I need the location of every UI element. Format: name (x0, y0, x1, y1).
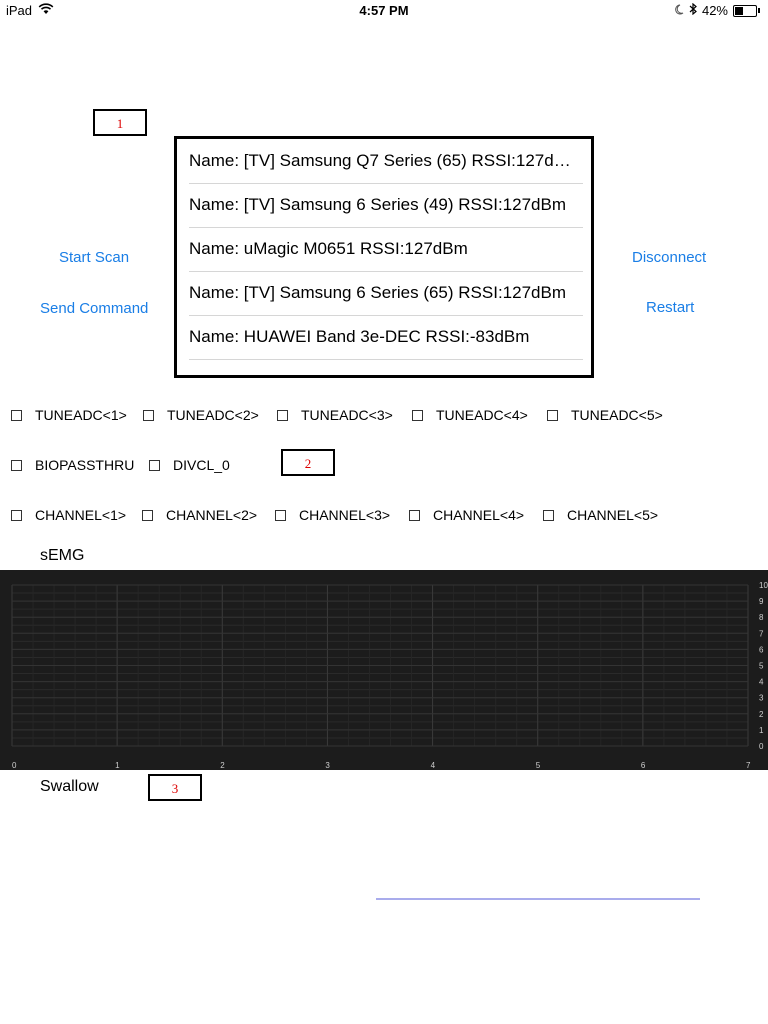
checkbox-label: CHANNEL<3> (299, 507, 391, 523)
y-tick-label: 10 (759, 581, 768, 590)
y-tick-label: 2 (759, 710, 764, 719)
battery-percent: 42% (701, 3, 728, 18)
device-list[interactable]: Name: [TV] Samsung Q7 Series (65) RSSI:1… (174, 136, 594, 378)
checkbox-tuneadc-4[interactable]: TUNEADC<4> (412, 407, 528, 423)
y-tick-label: 4 (759, 678, 764, 687)
checkbox-channel-2[interactable]: CHANNEL<2> (142, 507, 257, 523)
checkbox-channel-5[interactable]: CHANNEL<5> (543, 507, 658, 523)
x-tick-label: 2 (220, 761, 225, 770)
y-tick-label: 6 (759, 645, 764, 654)
checkbox-label: TUNEADC<2> (167, 407, 259, 423)
checkbox-box[interactable] (11, 459, 22, 471)
checkbox-tuneadc-2[interactable]: TUNEADC<2> (143, 407, 259, 423)
checkbox-box[interactable] (142, 509, 153, 521)
device-row[interactable]: Name: HUAWEI Band 3e-DEC RSSI:-83dBm (189, 315, 583, 360)
checkbox-box[interactable] (543, 509, 554, 521)
semg-label: sEMG (40, 547, 85, 564)
device-row[interactable]: Name: uMagic M0651 RSSI:127dBm (189, 227, 583, 272)
checkbox-box[interactable] (547, 409, 558, 421)
checkbox-box[interactable] (412, 409, 423, 421)
x-tick-label: 3 (325, 761, 330, 770)
marker-2: 2 (281, 449, 335, 476)
y-tick-label: 3 (759, 694, 764, 703)
y-tick-label: 0 (759, 742, 764, 751)
checkbox-channel-1[interactable]: CHANNEL<1> (11, 507, 126, 523)
device-row[interactable]: Name: [TV] Samsung Q7 Series (65) RSSI:1… (189, 139, 583, 184)
semg-chart: 0 1 2 3 4 5 6 7 0 1 2 3 4 5 6 7 8 9 10 (0, 570, 768, 770)
device-row[interactable]: Name: [TV] Samsung 6 Series (65) RSSI:12… (189, 271, 583, 316)
y-tick-label: 9 (759, 597, 764, 606)
checkbox-label: CHANNEL<1> (35, 507, 127, 523)
checkbox-tuneadc-1[interactable]: TUNEADC<1> (11, 407, 127, 423)
y-tick-label: 5 (759, 662, 764, 671)
checkbox-label: DIVCL_0 (173, 457, 230, 473)
y-tick-label: 7 (759, 629, 764, 638)
y-tick-label: 1 (759, 726, 764, 735)
checkbox-label: TUNEADC<5> (571, 407, 663, 423)
checkbox-box[interactable] (149, 459, 160, 471)
checkbox-box[interactable] (275, 509, 286, 521)
progress-line (376, 898, 700, 900)
battery-fill (735, 6, 744, 15)
battery-tip (758, 8, 760, 13)
checkbox-label: BIOPASSTHRU (35, 457, 135, 473)
x-tick-label: 0 (12, 761, 17, 770)
marker-1: 1 (93, 109, 147, 136)
start-scan-button[interactable]: Start Scan (59, 249, 129, 266)
battery-icon (733, 4, 757, 17)
status-right: 42% (674, 2, 760, 18)
checkbox-label: TUNEADC<3> (301, 407, 393, 423)
disconnect-button[interactable]: Disconnect (632, 249, 706, 266)
checkbox-divcl-0[interactable]: DIVCL_0 (149, 457, 230, 473)
moon-icon (674, 3, 684, 18)
checkbox-channel-4[interactable]: CHANNEL<4> (409, 507, 524, 523)
x-tick-label: 1 (115, 761, 120, 770)
checkbox-label: TUNEADC<1> (35, 407, 127, 423)
checkbox-box[interactable] (11, 409, 22, 421)
checkbox-label: TUNEADC<4> (436, 407, 528, 423)
checkbox-tuneadc-5[interactable]: TUNEADC<5> (547, 407, 663, 423)
marker-3: 3 (148, 774, 202, 801)
checkbox-box[interactable] (277, 409, 288, 421)
bluetooth-icon (689, 2, 697, 18)
restart-button[interactable]: Restart (646, 299, 694, 316)
status-bar: iPad 4:57 PM 42% (0, 0, 768, 20)
checkbox-channel-3[interactable]: CHANNEL<3> (275, 507, 390, 523)
x-tick-label: 6 (641, 761, 646, 770)
swallow-label: Swallow (40, 778, 99, 795)
checkbox-box[interactable] (143, 409, 154, 421)
checkbox-biopassthru[interactable]: BIOPASSTHRU (11, 457, 134, 473)
checkbox-label: CHANNEL<5> (567, 507, 659, 523)
send-command-button[interactable]: Send Command (40, 300, 148, 317)
y-tick-label: 8 (759, 613, 764, 622)
semg-chart-svg: 0 1 2 3 4 5 6 7 0 1 2 3 4 5 6 7 8 9 10 (11, 581, 768, 770)
checkbox-label: CHANNEL<2> (166, 507, 258, 523)
x-tick-label: 4 (431, 761, 436, 770)
checkbox-box[interactable] (409, 509, 420, 521)
x-tick-label: 7 (746, 761, 751, 770)
device-row[interactable]: Name: [TV] Samsung 6 Series (49) RSSI:12… (189, 183, 583, 228)
x-tick-label: 5 (536, 761, 541, 770)
checkbox-box[interactable] (11, 509, 22, 521)
status-time: 4:57 PM (359, 3, 409, 18)
checkbox-tuneadc-3[interactable]: TUNEADC<3> (277, 407, 393, 423)
checkbox-label: CHANNEL<4> (433, 507, 525, 523)
